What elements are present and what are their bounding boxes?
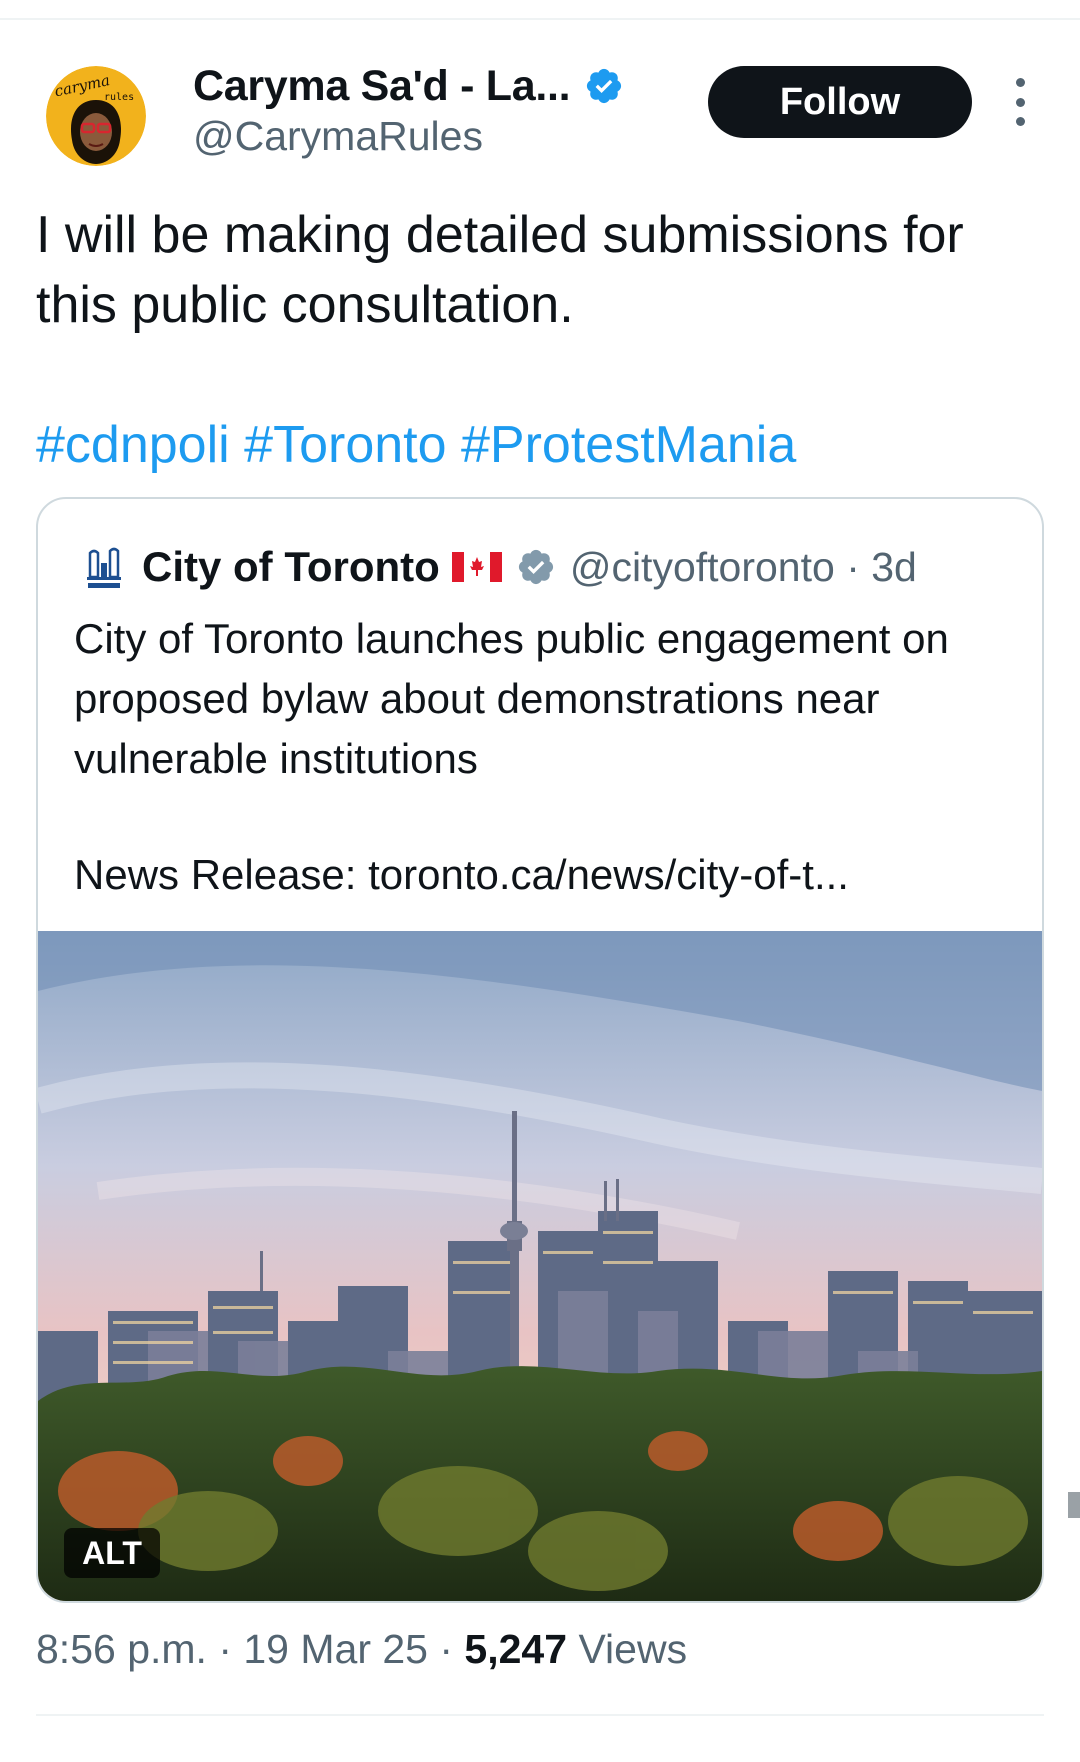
follow-button[interactable]: Follow [708, 66, 972, 138]
quoted-tweet-header: City of Toronto @cityoftoronto · 3d [84, 539, 917, 595]
views-count: 5,247 [464, 1626, 568, 1672]
svg-text:rules: rules [104, 92, 134, 103]
hashtag-list: #cdnpoli #Toronto #ProtestMania [36, 410, 796, 480]
tweet-time[interactable]: 8:56 p.m. [36, 1626, 207, 1672]
hashtag-toronto[interactable]: #Toronto [244, 416, 446, 474]
toronto-skyline-image[interactable] [38, 931, 1042, 1601]
quoted-tweet-text: City of Toronto launches public engageme… [74, 615, 949, 782]
top-divider [0, 18, 1080, 20]
quoted-tweet-card[interactable]: City of Toronto @cityoftoronto · 3d City… [36, 497, 1044, 1603]
quoted-handle[interactable]: @cityoftoronto [570, 544, 835, 590]
quoted-display-name[interactable]: City of Toronto [142, 543, 440, 591]
more-options-icon[interactable] [1006, 78, 1034, 126]
tweet-date[interactable]: 19 Mar 25 [243, 1626, 428, 1672]
verified-badge-icon [584, 66, 624, 106]
bottom-divider [36, 1714, 1044, 1716]
views-label: Views [578, 1626, 688, 1672]
scrollbar-thumb[interactable] [1068, 1492, 1080, 1518]
alt-text-badge[interactable]: ALT [64, 1528, 160, 1578]
hashtag-cdnpoli[interactable]: #cdnpoli [36, 416, 230, 474]
tweet-text: I will be making detailed submissions fo… [36, 206, 964, 334]
toronto-logo-icon [84, 543, 124, 591]
author-handle[interactable]: @CarymaRules [193, 113, 483, 160]
quoted-handle-and-age: @cityoftoronto · 3d [569, 543, 917, 590]
quoted-age: 3d [871, 543, 917, 590]
grey-verified-icon [516, 547, 556, 587]
author-display-name[interactable]: Caryma Sa'd - La... [193, 62, 571, 111]
canada-flag-icon [451, 552, 502, 582]
author-avatar[interactable]: caryma rules [46, 66, 146, 166]
quoted-tweet-link[interactable]: News Release: toronto.ca/news/city-of-t.… [74, 845, 849, 905]
tweet-meta: 8:56 p.m. · 19 Mar 25 · 5,247 Views [36, 1626, 688, 1672]
author-name-row: Caryma Sa'd - La... [193, 60, 624, 112]
hashtag-protestmania[interactable]: #ProtestMania [461, 416, 796, 474]
